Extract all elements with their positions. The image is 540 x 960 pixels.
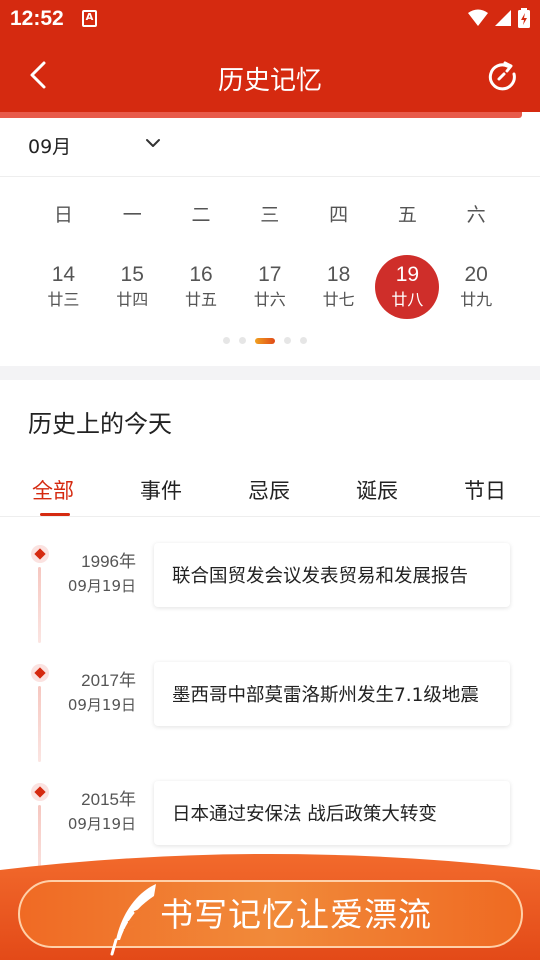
weekday-label: 三: [260, 204, 280, 226]
weekday-label: 四: [329, 204, 349, 226]
event-card[interactable]: 日本通过安保法 战后政策大转变: [154, 781, 510, 845]
status-bar: 12:52 A: [0, 0, 540, 38]
calendar-day-selected[interactable]: 19 廿八: [375, 255, 440, 319]
tab-events[interactable]: 事件: [140, 475, 182, 505]
title-bar: 历史记忆: [0, 38, 540, 112]
tab-all[interactable]: 全部: [32, 475, 74, 505]
month-select[interactable]: 09月: [28, 132, 71, 159]
day-number: 19: [395, 263, 420, 286]
day-number: 15: [120, 263, 144, 286]
timeline-line: [38, 567, 41, 643]
timeline-dot-icon: [31, 783, 49, 801]
event-date: 09月19日: [67, 696, 136, 714]
timeline-dot-icon: [31, 545, 49, 563]
signal-icon: [495, 10, 511, 26]
timeline-item: 1996年 09月19日 联合国贸发会议发表贸易和发展报告: [0, 543, 540, 643]
chevron-down-icon[interactable]: [144, 136, 162, 150]
event-card[interactable]: 联合国贸发会议发表贸易和发展报告: [154, 543, 510, 607]
day-number: 20: [464, 263, 488, 286]
weekday-label: 二: [191, 204, 211, 226]
timeline-line: [38, 686, 41, 762]
day-number: 16: [189, 263, 213, 286]
lunar-date: 廿五: [184, 290, 217, 309]
header-accent-line: [0, 112, 522, 118]
weekday-label: 六: [466, 204, 486, 226]
event-title: 日本通过安保法 战后政策大转变: [172, 804, 437, 825]
page-dot: [223, 337, 230, 344]
tab-deaths[interactable]: 忌辰: [248, 475, 290, 505]
wifi-icon: [468, 9, 488, 26]
event-title: 联合国贸发会议发表贸易和发展报告: [172, 566, 469, 587]
day-number: 18: [326, 263, 351, 286]
calendar-day[interactable]: 14 廿三: [29, 254, 98, 320]
refresh-button[interactable]: [486, 60, 520, 94]
calendar-day[interactable]: 18 廿七: [304, 254, 373, 320]
lunar-date: 廿六: [253, 290, 286, 309]
timeline-dot-icon: [31, 664, 49, 682]
lunar-date: 廿九: [460, 290, 493, 309]
timeline-item: 2017年 09月19日 墨西哥中部莫雷洛斯州发生7.1级地震: [0, 662, 540, 762]
quill-icon: [110, 884, 156, 956]
weekday-label: 日: [53, 204, 73, 226]
page-title: 历史记忆: [217, 66, 322, 96]
battery-icon: [518, 8, 530, 28]
calendar-week-row: 14 廿三 15 廿四 16 廿五 17 廿六 18 廿七 19 廿八 20 廿九: [29, 254, 511, 320]
section-title: 历史上的今天: [28, 410, 172, 438]
section-separator: [0, 366, 540, 380]
event-title: 墨西哥中部莫雷洛斯州发生7.1级地震: [172, 685, 479, 706]
category-tabs: 全部 事件 忌辰 诞辰 节日: [0, 475, 540, 515]
divider: [0, 516, 540, 517]
status-time: 12:52: [10, 7, 64, 30]
calendar-day[interactable]: 20 廿九: [442, 254, 511, 320]
event-year: 1996年: [81, 552, 136, 571]
event-card[interactable]: 墨西哥中部莫雷洛斯州发生7.1级地震: [154, 662, 510, 726]
weekday-header: 日 一 二 三 四 五 六: [29, 200, 511, 227]
tab-holidays[interactable]: 节日: [464, 475, 506, 505]
weekday-label: 一: [122, 204, 142, 226]
system-icons: [468, 8, 530, 28]
weekday-label: 五: [397, 204, 417, 226]
event-year: 2015年: [81, 790, 136, 809]
lunar-date: 廿七: [322, 290, 355, 309]
tab-births[interactable]: 诞辰: [356, 475, 398, 505]
notification-icon: A: [82, 10, 97, 27]
calendar-day[interactable]: 17 廿六: [235, 254, 304, 320]
page-dot: [284, 337, 291, 344]
lunar-date: 廿四: [116, 290, 149, 309]
write-memory-banner: 书写记忆让爱漂流: [0, 846, 540, 960]
event-year: 2017年: [81, 671, 136, 690]
page-dot: [239, 337, 246, 344]
calendar-day[interactable]: 16 廿五: [167, 254, 236, 320]
write-memory-label: 书写记忆让爱漂流: [160, 895, 432, 934]
event-date: 09月19日: [67, 577, 136, 595]
calendar-day[interactable]: 15 廿四: [98, 254, 167, 320]
page-dot-active: [255, 337, 275, 344]
lunar-date: 廿八: [391, 290, 424, 309]
refresh-icon: [488, 61, 516, 91]
day-number: 17: [258, 263, 282, 286]
divider: [0, 176, 540, 177]
event-date: 09月19日: [67, 815, 136, 833]
page-indicator: [223, 337, 307, 344]
lunar-date: 廿三: [47, 290, 80, 309]
page-dot: [300, 337, 307, 344]
day-number: 14: [51, 263, 76, 286]
